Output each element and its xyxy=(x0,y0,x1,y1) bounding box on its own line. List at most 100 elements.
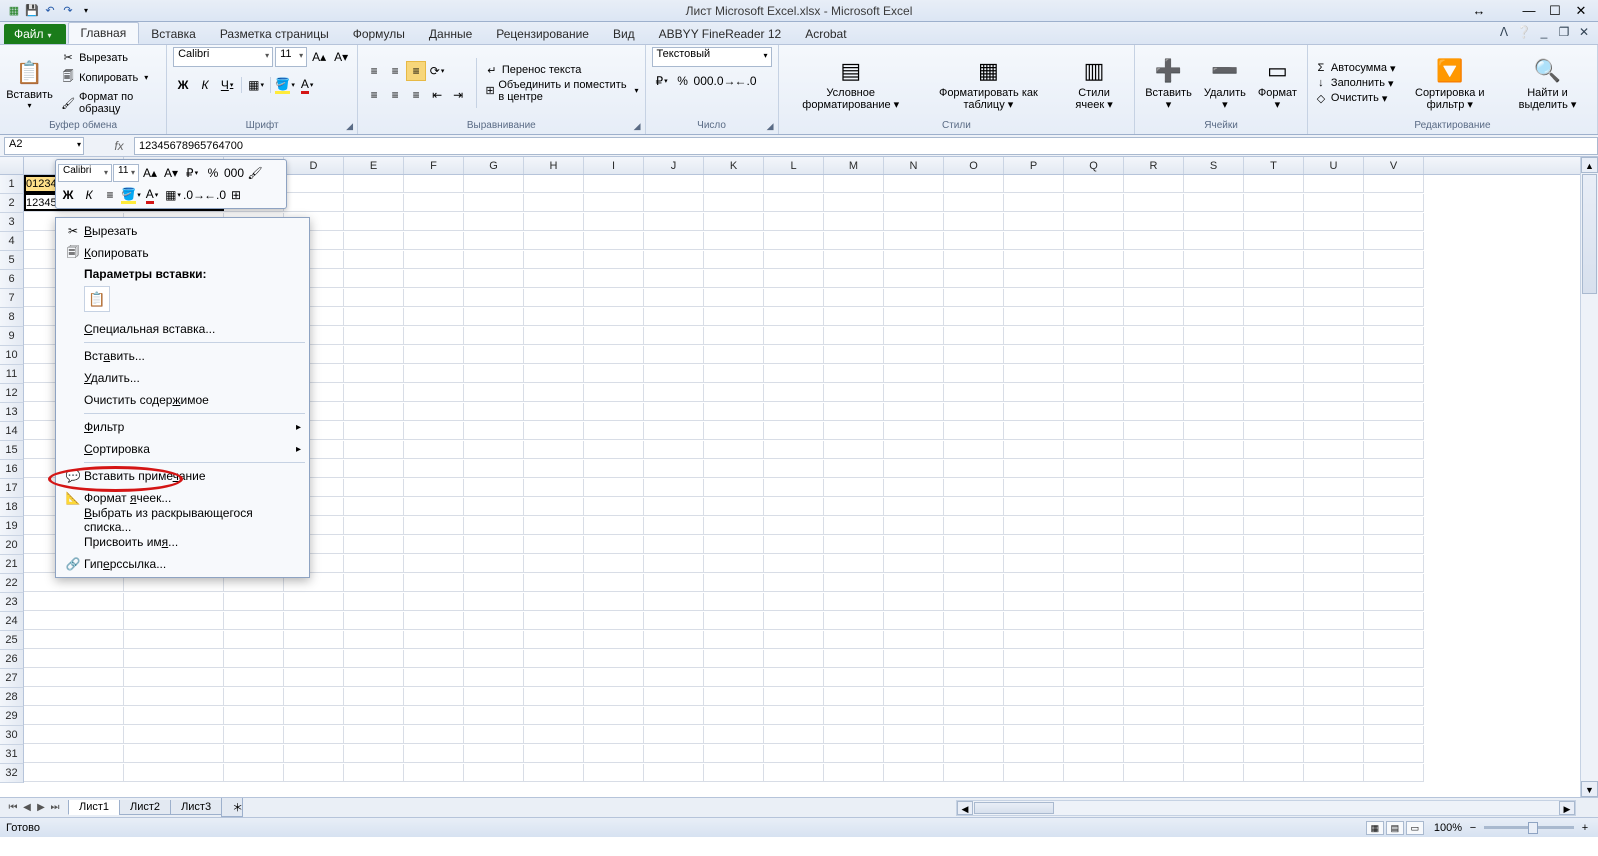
cell[interactable] xyxy=(1184,517,1244,535)
cell[interactable] xyxy=(1244,346,1304,364)
cell[interactable] xyxy=(344,726,404,744)
cell[interactable] xyxy=(944,384,1004,402)
cell[interactable] xyxy=(464,745,524,763)
cell[interactable] xyxy=(284,669,344,687)
cell[interactable] xyxy=(464,460,524,478)
cell[interactable] xyxy=(824,460,884,478)
align-middle-button[interactable]: ≡ xyxy=(385,61,405,81)
cell[interactable] xyxy=(824,726,884,744)
cell[interactable] xyxy=(464,726,524,744)
horizontal-scrollbar[interactable]: ◀ ▶ xyxy=(956,800,1576,816)
cell[interactable] xyxy=(584,403,644,421)
cell[interactable] xyxy=(944,764,1004,782)
cell[interactable] xyxy=(1304,669,1364,687)
cell[interactable] xyxy=(764,574,824,592)
cell[interactable] xyxy=(884,707,944,725)
cell[interactable] xyxy=(404,498,464,516)
cell[interactable] xyxy=(464,327,524,345)
cell[interactable] xyxy=(824,441,884,459)
cell[interactable] xyxy=(1304,688,1364,706)
cell[interactable] xyxy=(344,289,404,307)
cell[interactable] xyxy=(824,574,884,592)
cell[interactable] xyxy=(644,555,704,573)
col-header[interactable]: V xyxy=(1364,157,1424,174)
cell[interactable] xyxy=(404,688,464,706)
cell[interactable] xyxy=(1304,194,1364,212)
cell[interactable] xyxy=(1124,403,1184,421)
row-header[interactable]: 17 xyxy=(0,479,24,498)
clear-button[interactable]: ◇Очистить ▾ xyxy=(1314,92,1396,105)
cell[interactable] xyxy=(764,365,824,383)
mini-merge-button[interactable]: ⊞ xyxy=(226,185,246,205)
cell[interactable] xyxy=(1244,745,1304,763)
cell[interactable] xyxy=(1064,460,1124,478)
cell[interactable] xyxy=(644,194,704,212)
cell[interactable] xyxy=(944,175,1004,193)
cell[interactable] xyxy=(464,213,524,231)
ctx-paste-special[interactable]: Специальная вставка... xyxy=(56,318,309,340)
mini-decrease-decimal-button[interactable]: ←.0 xyxy=(205,185,225,205)
cell[interactable] xyxy=(344,441,404,459)
cell[interactable] xyxy=(584,441,644,459)
window-restore-icon[interactable]: ❐ xyxy=(1556,25,1572,39)
cell[interactable] xyxy=(1004,232,1064,250)
cell[interactable] xyxy=(524,422,584,440)
row-header[interactable]: 24 xyxy=(0,612,24,631)
cell[interactable] xyxy=(404,403,464,421)
cell[interactable] xyxy=(1064,498,1124,516)
cell[interactable] xyxy=(1364,631,1424,649)
cell[interactable] xyxy=(1064,251,1124,269)
cell[interactable] xyxy=(884,365,944,383)
cell[interactable] xyxy=(1004,175,1064,193)
cell[interactable] xyxy=(404,346,464,364)
row-header[interactable]: 21 xyxy=(0,555,24,574)
cell[interactable] xyxy=(344,536,404,554)
cell[interactable] xyxy=(404,517,464,535)
cell[interactable] xyxy=(824,612,884,630)
cell[interactable] xyxy=(1064,327,1124,345)
cell[interactable] xyxy=(884,764,944,782)
cell[interactable] xyxy=(644,479,704,497)
window-close-icon[interactable]: ✕ xyxy=(1576,25,1592,39)
tab-page-layout[interactable]: Разметка страницы xyxy=(208,24,341,44)
cell[interactable] xyxy=(584,764,644,782)
cell[interactable] xyxy=(344,745,404,763)
cell[interactable] xyxy=(464,175,524,193)
cell[interactable] xyxy=(584,251,644,269)
cell[interactable] xyxy=(1184,479,1244,497)
cell[interactable] xyxy=(344,764,404,782)
cell[interactable] xyxy=(1184,726,1244,744)
row-header[interactable]: 13 xyxy=(0,403,24,422)
cell[interactable] xyxy=(644,213,704,231)
cell[interactable] xyxy=(944,270,1004,288)
tab-insert[interactable]: Вставка xyxy=(139,24,208,44)
cell[interactable] xyxy=(404,612,464,630)
cell[interactable] xyxy=(1304,289,1364,307)
cell[interactable] xyxy=(704,346,764,364)
cell[interactable] xyxy=(1244,669,1304,687)
cell[interactable] xyxy=(704,612,764,630)
cell[interactable] xyxy=(644,536,704,554)
ctx-insert-comment[interactable]: 💬Вставить примечание xyxy=(56,465,309,487)
cell[interactable] xyxy=(1004,726,1064,744)
cell[interactable] xyxy=(824,555,884,573)
cell[interactable] xyxy=(764,384,824,402)
cell[interactable] xyxy=(344,422,404,440)
cell[interactable] xyxy=(1364,175,1424,193)
cell[interactable] xyxy=(344,669,404,687)
cell[interactable] xyxy=(1364,536,1424,554)
minimize-ribbon-icon[interactable]: ᐱ xyxy=(1496,25,1512,39)
cell[interactable] xyxy=(764,707,824,725)
cell[interactable] xyxy=(404,669,464,687)
cell[interactable] xyxy=(344,517,404,535)
ctx-cut[interactable]: ✂Вырезать xyxy=(56,220,309,242)
view-page-break-button[interactable]: ▭ xyxy=(1406,821,1424,835)
cell[interactable] xyxy=(464,289,524,307)
help-icon[interactable]: ❔ xyxy=(1516,25,1532,39)
cell[interactable] xyxy=(1244,441,1304,459)
cell[interactable] xyxy=(764,346,824,364)
cell[interactable] xyxy=(1064,688,1124,706)
cell[interactable] xyxy=(1064,555,1124,573)
ctx-sort[interactable]: Сортировка xyxy=(56,438,309,460)
cell[interactable] xyxy=(1004,384,1064,402)
